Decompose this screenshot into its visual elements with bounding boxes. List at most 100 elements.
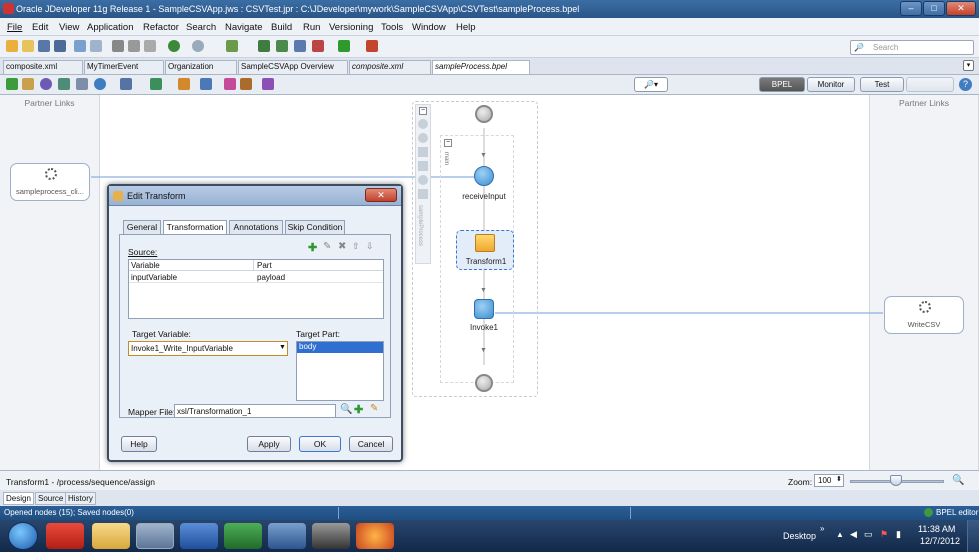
menu-build[interactable]: Build <box>271 22 292 33</box>
menu-application[interactable]: Application <box>87 22 133 33</box>
tab-list-icon[interactable]: ▾ <box>963 60 974 71</box>
forward-icon[interactable] <box>192 40 204 52</box>
volume-icon[interactable]: ◀ <box>850 529 857 540</box>
word-icon[interactable] <box>180 523 218 549</box>
tab-skip-condition[interactable]: Skip Condition <box>285 220 345 234</box>
sensors-icon[interactable] <box>262 78 274 90</box>
correlation-set-icon[interactable] <box>418 189 428 199</box>
paste-icon[interactable] <box>144 40 156 52</box>
menu-refactor[interactable]: Refactor <box>143 22 179 33</box>
target-part-list[interactable]: body <box>296 341 384 401</box>
move-down-icon[interactable]: ⇩ <box>366 241 374 252</box>
tab-general[interactable]: General <box>123 220 161 234</box>
acrobat-icon[interactable] <box>46 523 84 549</box>
minimize-button[interactable]: – <box>900 1 922 16</box>
network-icon[interactable]: ▭ <box>864 529 873 540</box>
cut-icon[interactable] <box>112 40 124 52</box>
table-row[interactable]: inputVariable payload <box>129 272 383 283</box>
dialog-close-button[interactable]: ✕ <box>365 188 397 202</box>
help-icon[interactable]: ? <box>959 78 972 91</box>
target-variable-select[interactable]: Invoke1_Write_InputVariable ▼ <box>128 341 288 356</box>
menu-run[interactable]: Run <box>303 22 320 33</box>
search-input[interactable]: 🔎 Search <box>850 40 974 55</box>
tab-sampleprocess-bpel[interactable]: sampleProcess.bpel <box>432 60 530 74</box>
clock-date[interactable]: 12/7/2012 <box>920 536 960 546</box>
explorer-icon[interactable] <box>92 523 130 549</box>
desktop-toolbar-label[interactable]: Desktop <box>783 531 816 541</box>
firefox-icon[interactable] <box>356 523 394 549</box>
tab-organization[interactable]: Organization <box>165 60 237 74</box>
termination-icon[interactable] <box>418 175 428 185</box>
collapse-main-icon[interactable]: − <box>444 139 452 147</box>
tab-history[interactable]: History <box>65 492 96 505</box>
run-icon[interactable] <box>338 40 350 52</box>
ok-button[interactable]: OK <box>299 436 341 452</box>
partner-link-client[interactable]: sampleprocess_cli... <box>10 163 90 201</box>
expression-icon[interactable] <box>40 78 52 90</box>
expand-icon[interactable] <box>150 78 162 90</box>
tab-composite-xml-2[interactable]: composite.xml <box>349 60 431 74</box>
validate-icon[interactable] <box>6 78 18 90</box>
maximize-button[interactable]: □ <box>923 1 945 16</box>
find-dropdown[interactable]: 🔎▾ <box>634 77 668 92</box>
show-desktop-button[interactable] <box>967 520 979 552</box>
target-part-option[interactable]: body <box>297 342 383 353</box>
menu-window[interactable]: Window <box>412 22 446 33</box>
jdeveloper-icon[interactable] <box>136 523 174 549</box>
compensation-icon[interactable] <box>418 161 428 171</box>
excel-icon[interactable] <box>224 523 262 549</box>
zoom-slider-handle[interactable] <box>890 475 902 486</box>
tab-design[interactable]: Design <box>3 492 34 505</box>
tab-transformation[interactable]: Transformation <box>163 220 227 235</box>
monitor-mode-button[interactable]: Monitor <box>807 77 855 92</box>
zoom-in-icon[interactable] <box>224 78 236 90</box>
stop-icon[interactable] <box>312 40 324 52</box>
redo-icon[interactable] <box>90 40 102 52</box>
invoke-icon[interactable] <box>474 299 494 319</box>
collapse-process-icon[interactable]: − <box>419 107 427 115</box>
save-all-icon[interactable] <box>54 40 66 52</box>
partner-links-icon[interactable] <box>58 78 70 90</box>
make-icon[interactable] <box>226 40 238 52</box>
edit-source-icon[interactable]: ✎ <box>323 241 331 252</box>
tab-samplecsvapp-overview[interactable]: SampleCSVApp Overview <box>238 60 348 74</box>
collapse-icon[interactable] <box>178 78 190 90</box>
move-up-icon[interactable]: ⇧ <box>352 241 360 252</box>
tab-composite-xml-1[interactable]: composite.xml <box>3 60 83 74</box>
mapper-file-input[interactable]: xsl/Transformation_1 <box>174 404 336 418</box>
menu-edit[interactable]: Edit <box>32 22 48 33</box>
search-icon[interactable]: 🔍 <box>340 404 352 415</box>
menu-help[interactable]: Help <box>456 22 476 33</box>
back-icon[interactable] <box>168 40 180 52</box>
start-button[interactable] <box>8 522 38 550</box>
menu-search[interactable]: Search <box>186 22 216 33</box>
remote-desktop-icon[interactable] <box>268 523 306 549</box>
menu-versioning[interactable]: Versioning <box>329 22 373 33</box>
help-button[interactable]: Help <box>121 436 157 452</box>
tab-source[interactable]: Source <box>35 492 67 505</box>
rebuild-icon[interactable] <box>276 40 288 52</box>
deploy-icon[interactable] <box>294 40 306 52</box>
info-icon[interactable] <box>94 78 106 90</box>
correlation-icon[interactable] <box>76 78 88 90</box>
copy-icon[interactable] <box>128 40 140 52</box>
pen-icon[interactable] <box>312 523 350 549</box>
debug-icon[interactable] <box>366 40 378 52</box>
apply-button[interactable]: Apply <box>247 436 291 452</box>
source-table[interactable]: Variable Part inputVariable payload <box>128 259 384 319</box>
partner-link-writecsv[interactable]: WriteCSV <box>884 296 964 334</box>
new-icon[interactable] <box>6 40 18 52</box>
bpel-mode-button[interactable]: BPEL <box>759 77 805 92</box>
receive-icon[interactable] <box>474 166 494 186</box>
variables-scope-icon[interactable] <box>418 119 428 129</box>
show-hidden-icons-icon[interactable]: ▲ <box>836 530 844 539</box>
delete-source-icon[interactable]: ✖ <box>338 241 346 252</box>
add-source-icon[interactable]: ✚ <box>308 241 317 254</box>
zoom-spinner[interactable]: 100 ⬍ <box>814 474 844 487</box>
monitor-config-icon[interactable] <box>200 78 212 90</box>
menu-view[interactable]: View <box>59 22 79 33</box>
menu-navigate[interactable]: Navigate <box>225 22 263 33</box>
menu-file[interactable]: File <box>7 22 22 33</box>
variables-icon[interactable] <box>22 78 34 90</box>
close-button[interactable]: ✕ <box>946 1 976 16</box>
